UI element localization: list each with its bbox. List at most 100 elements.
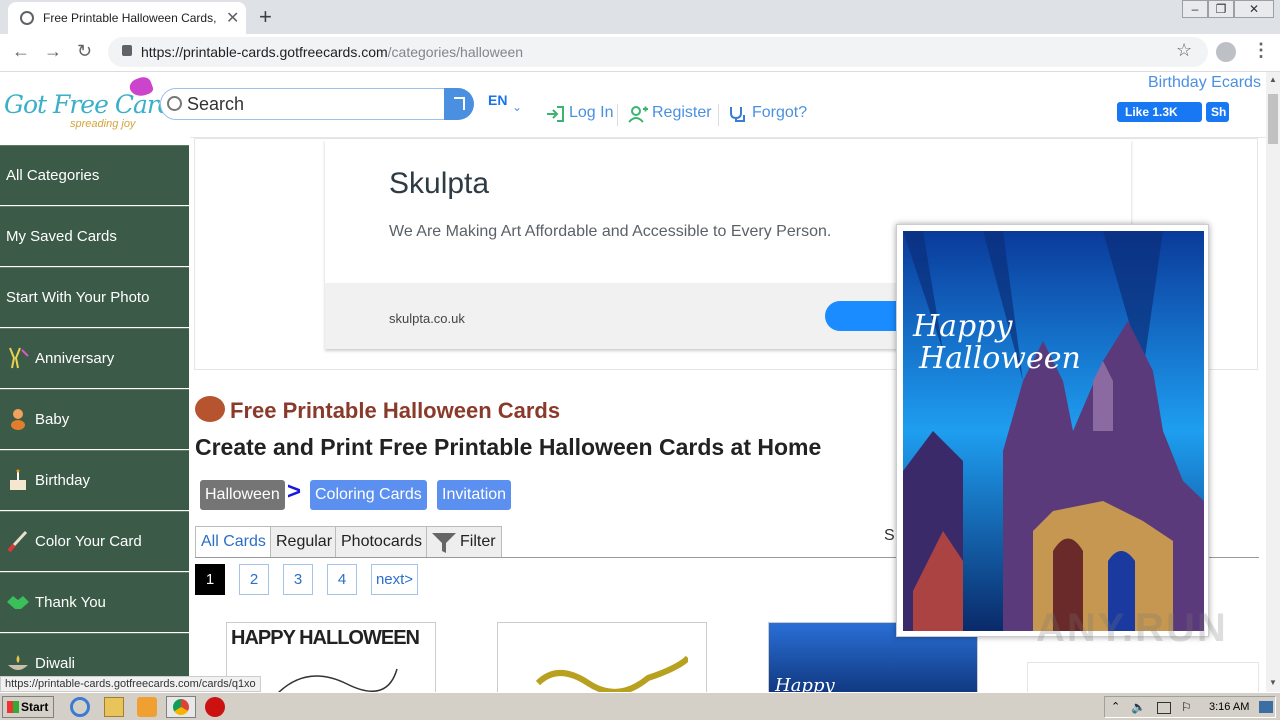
clock: 3:16 AM: [1209, 701, 1250, 713]
handshake-icon: [7, 596, 29, 609]
restore-icon[interactable]: ❐: [1208, 0, 1234, 18]
page-3-button[interactable]: 3: [283, 564, 313, 595]
search-button-icon: [454, 97, 465, 110]
sidebar-item-thank-you[interactable]: Thank You: [0, 572, 189, 632]
birthday-ecards-link[interactable]: Birthday Ecards: [1148, 74, 1261, 92]
register-link[interactable]: Register: [652, 104, 712, 122]
stethoscope-icon: [730, 107, 745, 122]
ad-domain: skulpta.co.uk: [389, 311, 465, 326]
chevron-down-icon[interactable]: ⌄: [512, 100, 522, 114]
baby-icon: [11, 409, 25, 430]
forward-arrow-icon[interactable]: →: [44, 41, 62, 62]
breadcrumb-halloween[interactable]: Halloween: [200, 480, 285, 510]
card-greeting-line1: Happy: [913, 309, 1013, 344]
champagne-glasses-icon: [9, 347, 29, 369]
breadcrumb-invitation[interactable]: Invitation: [437, 480, 512, 510]
vertical-scrollbar[interactable]: ▲ ▼: [1266, 72, 1280, 692]
breadcrumb-coloring-cards[interactable]: Coloring Cards: [310, 480, 427, 510]
facebook-like-button[interactable]: Like 1.3K: [1117, 102, 1202, 122]
antivirus-icon[interactable]: [205, 697, 225, 717]
login-link[interactable]: Log In: [569, 104, 613, 122]
diya-lamp-icon: [8, 655, 28, 670]
ad-title[interactable]: Skulpta: [389, 167, 489, 201]
thumbnail-text: HAPPY HALLOWEEN: [231, 627, 420, 649]
sidebar-item-label: My Saved Cards: [6, 228, 117, 245]
paint-brush-icon: [7, 530, 28, 553]
scroll-down-arrow-icon[interactable]: ▼: [1269, 678, 1277, 687]
sidebar-item-label: Start With Your Photo: [6, 289, 150, 306]
web-page: Got Free Cards spreading joy EN ⌄ Log In…: [0, 72, 1266, 692]
url-text[interactable]: https://printable-cards.gotfreecards.com…: [141, 44, 523, 60]
logo-text: Got Free Cards: [4, 90, 186, 119]
card-preview-popup[interactable]: Happy Halloween: [896, 224, 1209, 637]
sidebar-item-anniversary[interactable]: Anniversary: [0, 328, 189, 388]
coloring-drawing: [278, 668, 398, 692]
desktop-icon[interactable]: [1259, 701, 1273, 713]
window-close-icon[interactable]: ✕: [1234, 0, 1274, 18]
sidebar-item-start-with-photo[interactable]: Start With Your Photo: [0, 267, 189, 327]
sidebar-item-label: Birthday: [35, 472, 91, 489]
halloween-card-image[interactable]: Happy Halloween: [903, 231, 1204, 631]
browser-tab[interactable]: Free Printable Halloween Cards, Cre ✕: [8, 2, 246, 34]
tab-regular[interactable]: Regular: [270, 526, 339, 558]
forgot-link[interactable]: Forgot?: [752, 104, 807, 122]
chrome-taskbar-button[interactable]: [166, 696, 196, 718]
search-button[interactable]: [444, 88, 474, 120]
speaker-icon[interactable]: 🔈: [1131, 700, 1146, 714]
page-4-button[interactable]: 4: [327, 564, 357, 595]
back-arrow-icon[interactable]: ←: [12, 41, 30, 62]
start-button[interactable]: Start: [2, 696, 54, 718]
tray-arrow-icon[interactable]: ⌃: [1111, 700, 1120, 713]
sidebar-item-birthday[interactable]: Birthday: [0, 450, 189, 510]
watermark-logo: ANY.RUN: [1036, 606, 1228, 650]
sort-label[interactable]: S: [884, 527, 895, 545]
close-icon[interactable]: ✕: [226, 8, 239, 28]
site-logo[interactable]: Got Free Cards spreading joy: [4, 74, 186, 134]
sidebar-item-label: Diwali: [35, 655, 76, 672]
sidebar-item-label: Thank You: [35, 594, 106, 611]
facebook-share-button[interactable]: Sh: [1206, 102, 1229, 122]
folder-icon[interactable]: [104, 697, 124, 717]
browser-tab-bar: Free Printable Halloween Cards, Cre ✕ + …: [0, 0, 1280, 34]
status-bar-url: https://printable-cards.gotfreecards.com…: [0, 676, 261, 692]
sidebar-item-label: Color Your Card: [35, 533, 142, 550]
search-icon: [167, 96, 182, 111]
card-greeting-line2: Halloween: [919, 341, 1081, 376]
sidebar-item-all-categories[interactable]: All Categories: [0, 145, 189, 205]
card-thumbnail[interactable]: [497, 622, 707, 692]
sidebar-item-baby[interactable]: Baby: [0, 389, 189, 449]
sidebar-item-label: Baby: [35, 411, 70, 428]
profile-avatar-icon[interactable]: [1216, 42, 1236, 62]
sidebar-item-my-saved-cards[interactable]: My Saved Cards: [0, 206, 189, 266]
sidebar-item-color-your-card[interactable]: Color Your Card: [0, 511, 189, 571]
site-header: Got Free Cards spreading joy EN ⌄ Log In…: [0, 72, 1266, 138]
reload-icon[interactable]: ↻: [77, 41, 92, 62]
scroll-up-arrow-icon[interactable]: ▲: [1269, 75, 1277, 84]
globe-icon: [20, 11, 34, 25]
page-1-button[interactable]: 1: [195, 564, 225, 595]
next-page-button[interactable]: next>: [371, 564, 418, 595]
pumpkin-icon: [195, 396, 225, 422]
address-bar[interactable]: https://printable-cards.gotfreecards.com…: [108, 37, 1208, 67]
windows-logo-icon: [7, 701, 19, 713]
menu-dots-icon[interactable]: ⋮: [1252, 40, 1270, 61]
minimize-icon[interactable]: –: [1182, 0, 1208, 18]
tab-photocards[interactable]: Photocards: [335, 526, 428, 558]
language-selector[interactable]: EN: [488, 92, 507, 108]
register-user-icon: [628, 106, 648, 123]
flag-icon[interactable]: ⚐: [1181, 700, 1192, 714]
new-tab-plus-icon[interactable]: +: [259, 4, 272, 30]
internet-explorer-icon[interactable]: [70, 697, 90, 717]
search-input[interactable]: [187, 93, 437, 115]
tab-filter[interactable]: Filter: [426, 526, 502, 558]
network-icon[interactable]: [1157, 702, 1171, 714]
tab-all-cards[interactable]: All Cards: [195, 526, 272, 558]
funnel-icon: [432, 533, 456, 553]
ad-description: We Are Making Art Affordable and Accessi…: [389, 223, 832, 240]
media-player-icon[interactable]: [137, 697, 157, 717]
system-tray: ⌃ 🔈 ⚐ 3:16 AM: [1104, 696, 1276, 718]
search-box[interactable]: [160, 88, 446, 120]
scrollbar-thumb[interactable]: [1268, 94, 1278, 144]
bookmark-star-icon[interactable]: ☆: [1176, 40, 1192, 61]
page-2-button[interactable]: 2: [239, 564, 269, 595]
